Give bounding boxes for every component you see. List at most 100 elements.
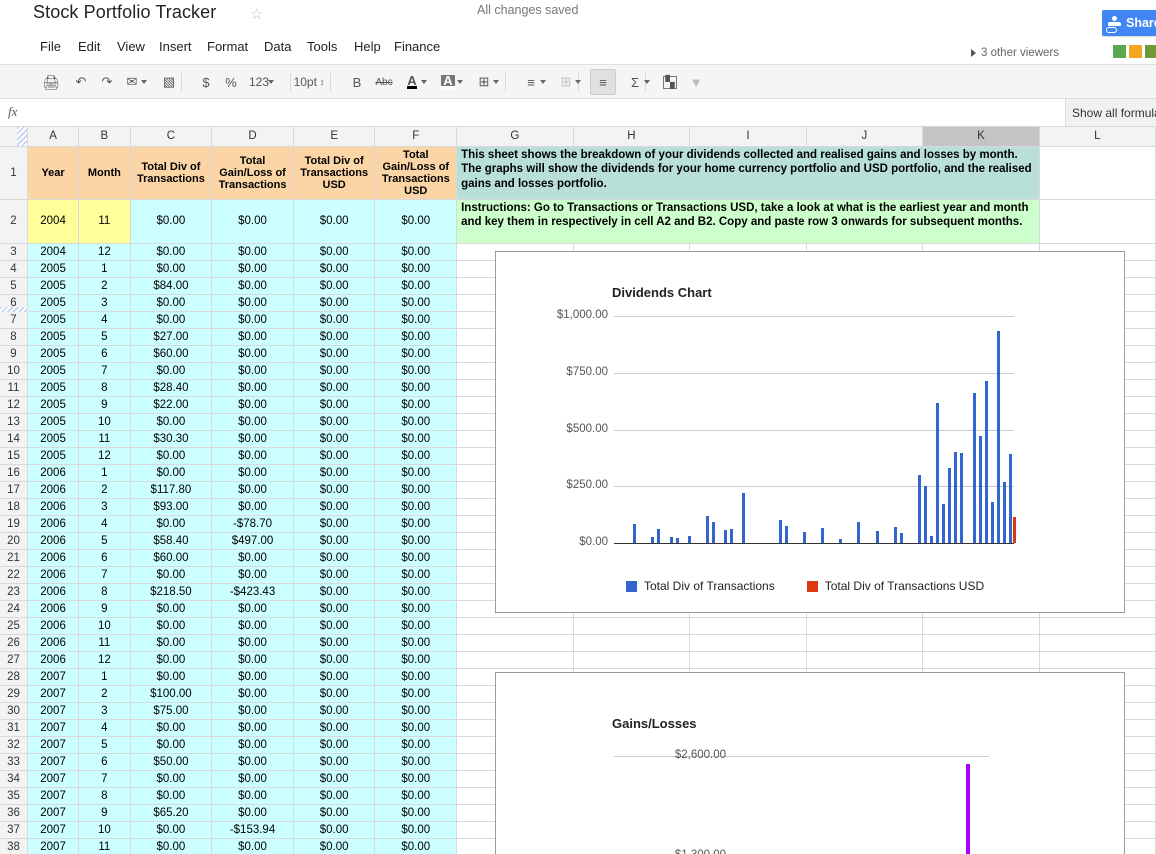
font-size-stepper[interactable]: 10pt↕ xyxy=(288,69,330,95)
column-header-H[interactable]: H xyxy=(573,127,690,146)
row-header-15[interactable]: 15 xyxy=(0,447,28,464)
cell-div_usd[interactable]: $0.00 xyxy=(293,532,375,549)
currency-format-icon[interactable]: $ xyxy=(193,69,219,95)
menu-item-file[interactable]: File xyxy=(33,36,68,57)
cell-gl_usd[interactable]: $0.00 xyxy=(375,260,457,277)
cell-year[interactable]: 2005 xyxy=(28,345,79,362)
cell-year[interactable]: 2006 xyxy=(28,600,79,617)
cell-gl[interactable]: $0.00 xyxy=(212,413,294,430)
cell-div[interactable]: $75.00 xyxy=(130,702,212,719)
cell-month[interactable]: 10 xyxy=(79,413,130,430)
cell-gl_usd[interactable]: $0.00 xyxy=(375,481,457,498)
row-header-5[interactable]: 5 xyxy=(0,277,28,294)
cell-month[interactable]: 10 xyxy=(79,617,130,634)
cell-div_usd[interactable]: $0.00 xyxy=(293,668,375,685)
cell-div_usd[interactable]: $0.00 xyxy=(293,481,375,498)
cell-gl_usd[interactable]: $0.00 xyxy=(375,447,457,464)
cell-div[interactable]: $28.40 xyxy=(130,379,212,396)
empty-cell[interactable] xyxy=(457,651,574,668)
cell-gl_usd[interactable]: $0.00 xyxy=(375,328,457,345)
row-header-9[interactable]: 9 xyxy=(0,345,28,362)
cell-year[interactable]: 2005 xyxy=(28,311,79,328)
empty-cell[interactable] xyxy=(1039,617,1155,634)
cell-gl[interactable]: $0.00 xyxy=(212,566,294,583)
cell-month[interactable]: 3 xyxy=(79,702,130,719)
cell-month[interactable]: 4 xyxy=(79,515,130,532)
cell-gl_usd[interactable]: $0.00 xyxy=(375,464,457,481)
cell-gl_usd[interactable]: $0.00 xyxy=(375,685,457,702)
cell-gl_usd[interactable]: $0.00 xyxy=(375,362,457,379)
empty-cell[interactable] xyxy=(806,617,922,634)
sheet-description-note[interactable]: This sheet shows the breakdown of your d… xyxy=(457,146,1040,199)
star-outline-icon[interactable]: ☆ xyxy=(250,7,263,22)
cell-month[interactable]: 1 xyxy=(79,464,130,481)
cell-year[interactable]: 2005 xyxy=(28,379,79,396)
cell-gl[interactable]: $0.00 xyxy=(212,804,294,821)
empty-cell[interactable] xyxy=(573,617,690,634)
cell-div_usd[interactable]: $0.00 xyxy=(293,447,375,464)
cell-div_usd[interactable]: $0.00 xyxy=(293,634,375,651)
row-header-27[interactable]: 27 xyxy=(0,651,28,668)
menu-item-help[interactable]: Help xyxy=(347,36,388,57)
cell-month[interactable]: 8 xyxy=(79,379,130,396)
column-title-cell[interactable]: Year xyxy=(28,146,79,199)
cell-gl_usd[interactable]: $0.00 xyxy=(375,821,457,838)
cell-div[interactable]: $0.00 xyxy=(130,260,212,277)
cell-month[interactable]: 8 xyxy=(79,583,130,600)
cell-gl[interactable]: $0.00 xyxy=(212,277,294,294)
menu-item-finance[interactable]: Finance xyxy=(387,36,447,57)
cell-gl_usd[interactable]: $0.00 xyxy=(375,634,457,651)
cell-div_usd[interactable]: $0.00 xyxy=(293,787,375,804)
cell-year[interactable]: 2007 xyxy=(28,719,79,736)
text-wrap-icon[interactable]: ≡ xyxy=(590,69,616,95)
cell-gl[interactable]: $0.00 xyxy=(212,379,294,396)
cell-month[interactable]: 12 xyxy=(79,447,130,464)
cell-year[interactable]: 2005 xyxy=(28,362,79,379)
cell-month[interactable]: 2 xyxy=(79,481,130,498)
row-header-28[interactable]: 28 xyxy=(0,668,28,685)
cell-month[interactable]: 7 xyxy=(79,566,130,583)
column-title-cell[interactable]: Total Div of Transactions USD xyxy=(293,146,375,199)
cell-div[interactable]: $60.00 xyxy=(130,345,212,362)
column-header-F[interactable]: F xyxy=(375,127,457,146)
strikethrough-icon[interactable]: Abc xyxy=(371,69,397,95)
cell-div_usd[interactable]: $0.00 xyxy=(293,651,375,668)
align-dropdown-arrow[interactable] xyxy=(540,69,546,95)
row-header-12[interactable]: 12 xyxy=(0,396,28,413)
empty-cell[interactable] xyxy=(923,617,1040,634)
cell-gl_usd[interactable]: $0.00 xyxy=(375,736,457,753)
row-header-25[interactable]: 25 xyxy=(0,617,28,634)
empty-cell[interactable] xyxy=(690,617,806,634)
cell-year[interactable]: 2006 xyxy=(28,481,79,498)
cell-year[interactable]: 2007 xyxy=(28,753,79,770)
formula-input[interactable] xyxy=(32,99,1062,126)
cell-gl[interactable]: $0.00 xyxy=(212,753,294,770)
number-format-dropdown-arrow[interactable] xyxy=(268,69,274,95)
other-viewers-control[interactable]: 3 other viewers xyxy=(971,47,1059,59)
empty-cell[interactable] xyxy=(573,634,690,651)
clear-format-icon[interactable]: ▧ xyxy=(156,69,182,95)
cell-gl[interactable]: $0.00 xyxy=(212,838,294,854)
menu-item-format[interactable]: Format xyxy=(200,36,255,57)
cell-gl[interactable]: $0.00 xyxy=(212,396,294,413)
cell-month[interactable]: 8 xyxy=(79,787,130,804)
cell-gl[interactable]: $0.00 xyxy=(212,787,294,804)
cell-gl_usd[interactable]: $0.00 xyxy=(375,277,457,294)
cell-year[interactable]: 2007 xyxy=(28,685,79,702)
column-header-J[interactable]: J xyxy=(806,127,922,146)
bold-icon[interactable]: B xyxy=(344,69,370,95)
cell-year[interactable]: 2005 xyxy=(28,294,79,311)
cell-div[interactable]: $0.00 xyxy=(130,447,212,464)
cell-gl_usd[interactable]: $0.00 xyxy=(375,651,457,668)
percent-format-icon[interactable]: % xyxy=(218,69,244,95)
row-header-23[interactable]: 23 xyxy=(0,583,28,600)
cell-gl[interactable]: $0.00 xyxy=(212,634,294,651)
empty-cell[interactable] xyxy=(1039,146,1155,199)
cell-year[interactable]: 2004 xyxy=(28,199,79,243)
cell-gl_usd[interactable]: $0.00 xyxy=(375,770,457,787)
row-header-3[interactable]: 3 xyxy=(0,243,28,260)
cell-div_usd[interactable]: $0.00 xyxy=(293,617,375,634)
cell-gl_usd[interactable]: $0.00 xyxy=(375,311,457,328)
column-title-cell[interactable]: Total Gain/Loss of Transactions xyxy=(212,146,294,199)
document-title[interactable]: Stock Portfolio Tracker xyxy=(33,2,216,23)
